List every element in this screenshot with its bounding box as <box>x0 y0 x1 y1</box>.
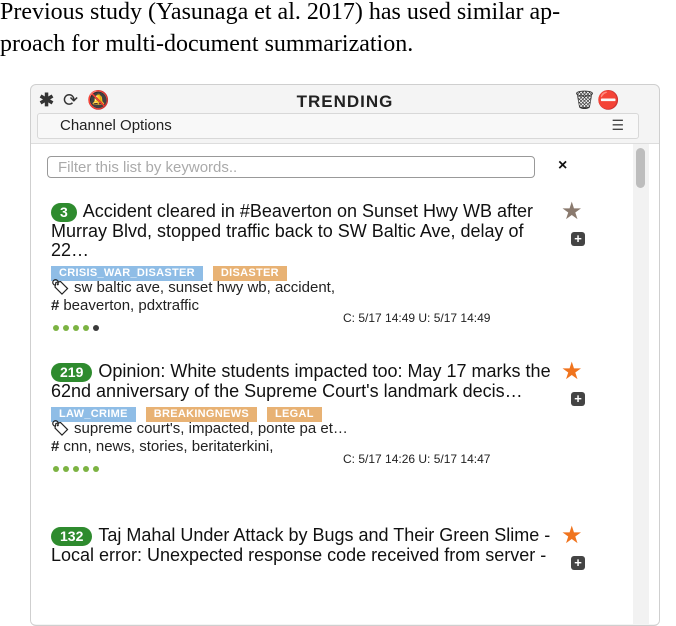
caption-line-1: Previous study (Yasunaga et al. 2017) ha… <box>0 0 561 25</box>
filter-input[interactable] <box>56 157 530 177</box>
count-badge: 132 <box>51 527 93 546</box>
keyword-line: 🏷 sw baltic ave, sunset hwy wb, accident, <box>51 279 611 297</box>
headline-text: Opinion: White students impacted too: Ma… <box>51 361 551 401</box>
channel-options-label: Channel Options <box>60 117 172 134</box>
hashtag-line: # cnn, news, stories, beritaterkini, <box>51 438 611 456</box>
list-item[interactable]: 132 Taj Mahal Under Attack by Bugs and Th… <box>51 524 611 570</box>
activity-dots <box>53 459 103 477</box>
item-footer: C: 5/17 14:49 U: 5/17 14:49 <box>51 311 611 331</box>
caption-line-2: proach for multi-document summarization. <box>0 31 414 57</box>
paper-caption: Previous study (Yasunaga et al. 2017) ha… <box>0 0 676 60</box>
headline-text: Taj Mahal Under Attack by Bugs and Their… <box>51 525 551 565</box>
scrollbar[interactable] <box>633 144 649 624</box>
item-headline[interactable]: 132 Taj Mahal Under Attack by Bugs and Th… <box>51 526 551 565</box>
tag-icon: 🏷 <box>51 279 71 296</box>
keywords-text: sw baltic ave, sunset hwy wb, accident, <box>74 279 336 296</box>
trash-icon[interactable]: 🗑 <box>573 91 596 109</box>
list-item[interactable]: 219 Opinion: White students impacted too:… <box>51 360 611 472</box>
keywords-text: supreme court's, impacted, ponte pa et… <box>74 420 348 437</box>
hashtags-text: cnn, news, stories, beritaterkini, <box>63 438 274 455</box>
plus-icon[interactable]: + <box>571 392 585 406</box>
count-badge: 3 <box>51 203 77 222</box>
item-dates: C: 5/17 14:26 U: 5/17 14:47 <box>343 452 491 466</box>
hash-icon: # <box>51 297 60 314</box>
plus-icon[interactable]: + <box>571 232 585 246</box>
filter-field[interactable] <box>47 156 535 178</box>
panel-title: TRENDING <box>296 92 394 111</box>
hash-icon: # <box>51 438 60 455</box>
star-icon[interactable]: ★ <box>561 360 583 384</box>
count-badge: 219 <box>51 363 93 382</box>
sliders-icon[interactable]: ☰ <box>611 117 624 134</box>
trending-list: × 3Accident cleared in #Beaverton on Sun… <box>31 143 659 624</box>
item-dates: C: 5/17 14:49 U: 5/17 14:49 <box>343 311 491 325</box>
star-icon[interactable]: ★ <box>561 200 583 224</box>
hashtag-line: # beaverton, pdxtraffic <box>51 297 611 315</box>
star-icon[interactable]: ★ <box>561 524 583 548</box>
minus-circle-icon[interactable]: ⛔ <box>597 91 619 109</box>
item-headline[interactable]: 219 Opinion: White students impacted too:… <box>51 362 551 401</box>
list-item[interactable]: 3 Accident cleared in #Beaverton on Sunse… <box>51 200 611 331</box>
plus-icon[interactable]: + <box>571 556 585 570</box>
trending-panel: ✱ ⟳ 🔕 TRENDING 🗑 ⛔ Channel Options ☰ × 3… <box>30 84 660 626</box>
item-headline[interactable]: 3 Accident cleared in #Beaverton on Sunse… <box>51 202 551 260</box>
item-footer: C: 5/17 14:26 U: 5/17 14:47 <box>51 452 611 472</box>
tag-icon: 🏷 <box>51 420 71 437</box>
close-icon[interactable]: × <box>558 157 567 175</box>
channel-options-bar[interactable]: Channel Options ☰ <box>37 113 639 139</box>
activity-dots <box>53 318 103 336</box>
tag-row: CRISIS_WAR_DISASTER DISASTER <box>51 263 611 281</box>
keyword-line: 🏷 supreme court's, impacted, ponte pa et… <box>51 420 611 438</box>
hashtags-text: beaverton, pdxtraffic <box>63 297 199 314</box>
headline-text: Accident cleared in #Beaverton on Sunset… <box>51 201 534 260</box>
tag-row: LAW_CRIME BREAKINGNEWS LEGAL <box>51 404 611 422</box>
scroll-thumb[interactable] <box>636 148 645 188</box>
